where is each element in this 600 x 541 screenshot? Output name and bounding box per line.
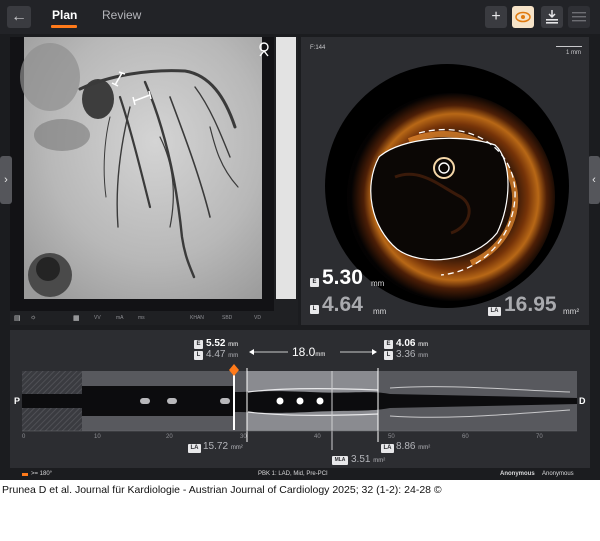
distal-area-value: 8.86 mm² <box>396 441 431 452</box>
distal-l-badge: L <box>384 351 393 360</box>
lumen-area-value: 16.95 <box>504 293 557 316</box>
chevron-left-icon: ‹ <box>592 174 596 186</box>
lumen-diameter-unit: mm <box>373 307 387 316</box>
axis-tick: 70 <box>536 434 543 440</box>
proximal-l-badge: L <box>194 351 203 360</box>
proximal-e-badge: E <box>194 340 203 349</box>
calcium-legend-label: >= 180° <box>31 471 53 477</box>
angio-label: VD <box>254 315 261 321</box>
chevron-right-icon: › <box>4 174 8 186</box>
distal-e-value: 4.06 mm <box>396 338 429 349</box>
citation-text: Prunea D et al. Journal für Kardiologie … <box>2 484 442 496</box>
angiogram-image <box>10 37 298 325</box>
distal-area-badge: LA <box>381 444 394 453</box>
ees-diameter-value: 5.30 <box>322 266 363 289</box>
angiography-panel[interactable]: ▤ ☼ ▦ VV mA ms KHAN SBD VD <box>10 37 298 325</box>
axis-tick: 0 <box>22 434 26 440</box>
distal-l-value: 3.36 mm <box>396 349 429 360</box>
active-tab-indicator <box>51 25 77 28</box>
proximal-e-value: 5.52 mm <box>206 338 239 349</box>
status-bar: >= 180° PBK 1: LAD, Mid, Pre-PCI Anonymo… <box>0 470 600 480</box>
ees-badge: E <box>310 278 319 287</box>
tab-plan[interactable]: Plan <box>52 8 77 22</box>
angio-label: KHAN <box>190 315 204 321</box>
arrow-left-icon: ← <box>11 8 27 25</box>
calcium-legend-swatch <box>22 473 28 476</box>
axis-tick: 10 <box>94 434 101 440</box>
axis-tick: 60 <box>462 434 469 440</box>
mla-badge: MLA <box>332 456 348 465</box>
export-button[interactable] <box>541 6 563 28</box>
lumen-area-badge: LA <box>488 307 501 316</box>
left-panel-toggle[interactable]: › <box>0 156 12 204</box>
plus-icon: + <box>491 8 501 25</box>
angio-label: ms <box>138 315 145 321</box>
top-bar: ← Plan Review + <box>0 0 600 34</box>
back-button[interactable]: ← <box>7 6 31 28</box>
patient-id: Anonymous <box>542 471 574 477</box>
angio-label: SBD <box>222 315 233 321</box>
mla-value: 3.51 mm² <box>351 454 386 465</box>
menu-button[interactable] <box>568 6 590 28</box>
axis-tick: 40 <box>314 434 321 440</box>
axis-tick: 30 <box>240 434 247 440</box>
scale-bar <box>556 46 582 47</box>
add-button[interactable]: + <box>485 6 507 28</box>
distal-e-badge: E <box>384 340 393 349</box>
scale-label: 1 mm <box>566 50 581 56</box>
right-panel-toggle[interactable]: ‹ <box>588 156 600 204</box>
patient-name: Anonymous <box>500 471 535 477</box>
angio-tool-icon-3[interactable]: ▦ <box>73 314 80 322</box>
lumen-badge: L <box>310 305 319 314</box>
angio-tool-icon-1[interactable]: ▤ <box>14 314 21 322</box>
proximal-l-value: 4.47 mm <box>206 349 239 360</box>
pullback-info: PBK 1: LAD, Mid, Pre-PCI <box>258 471 328 477</box>
angio-tool-icon-2[interactable]: ☼ <box>30 314 36 321</box>
segment-length: 18.0mm <box>292 345 326 359</box>
proximal-area-badge: LA <box>188 444 201 453</box>
angio-label: VV <box>94 315 101 321</box>
xray-source-icon <box>259 42 269 57</box>
download-icon <box>546 10 558 24</box>
axis-tick: 50 <box>388 434 395 440</box>
frame-number: F:144 <box>310 45 326 51</box>
distal-label: D <box>579 396 586 406</box>
eye-icon <box>515 11 531 23</box>
menu-icon <box>572 12 586 22</box>
visibility-button[interactable] <box>512 6 534 28</box>
longitudinal-view-panel[interactable]: P D E 5.52 mm L 4.47 mm 18.0mm E 4.06 mm… <box>10 330 590 468</box>
ees-diameter-unit: mm <box>371 279 385 288</box>
proximal-area-value: 15.72 mm² <box>203 441 243 452</box>
tab-review[interactable]: Review <box>102 8 141 22</box>
proximal-label: P <box>14 396 21 406</box>
axis-tick: 20 <box>166 434 173 440</box>
lumen-diameter-value: 4.64 <box>322 293 363 316</box>
lumen-area-unit: mm² <box>563 307 579 316</box>
oct-application: ← Plan Review + ▤ ☼ ▦ VV mA ms KHAN SBD … <box>0 0 600 480</box>
angio-label: mA <box>116 315 124 321</box>
